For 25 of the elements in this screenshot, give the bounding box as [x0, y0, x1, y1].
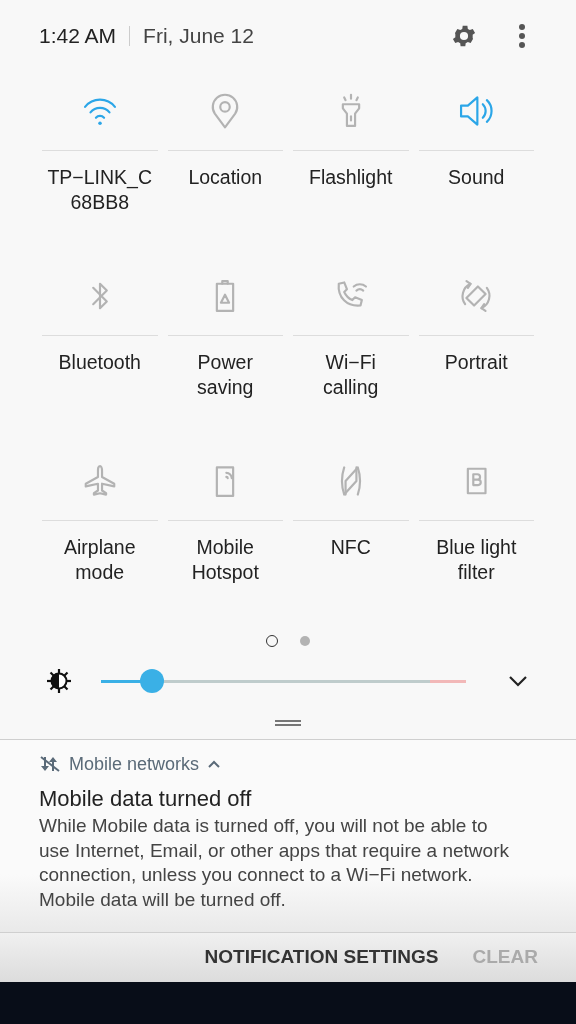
tile-label[interactable]: Portrait [444, 350, 508, 375]
brightness-icon [46, 668, 72, 694]
clock-time: 1:42 AM [39, 23, 117, 50]
tile-label[interactable]: Blue light filter [436, 535, 517, 585]
notification-title: Mobile data turned off [39, 785, 253, 813]
mobile-data-off-icon [39, 755, 61, 773]
tile-label[interactable]: Power saving [197, 350, 254, 400]
expand-chevron-icon[interactable] [508, 675, 528, 687]
tile-label[interactable]: Mobile Hotspot [191, 535, 259, 585]
brightness-slider[interactable] [101, 668, 466, 694]
tile-label[interactable]: Bluetooth [58, 350, 141, 375]
notification-body: While Mobile data is turned off, you will not be able to use Internet, Email, or other apps that require a network connection, unless you connect to a Wi−Fi network. Mobile data will be turned off. [39, 814, 510, 912]
date-text: Fri, June 12 [143, 23, 254, 50]
more-options-icon[interactable] [518, 23, 526, 49]
collapse-chevron-icon[interactable] [207, 759, 222, 769]
tile-label[interactable]: Location [188, 165, 263, 190]
tile-label[interactable]: Wi−Fi calling [323, 350, 379, 400]
tile-label[interactable]: TP−LINK_C 68BB8 [47, 165, 153, 215]
app-name: Mobile networks [69, 752, 200, 776]
tile-label[interactable]: NFC [330, 535, 371, 560]
tile-label[interactable]: Sound [448, 165, 505, 190]
footer-button[interactable]: NOTIFICATION SETTINGS [204, 943, 439, 972]
tile-label[interactable]: Flashlight [309, 165, 393, 190]
drag-handle-icon[interactable] [275, 719, 301, 727]
tile-label[interactable]: Airplane mode [63, 535, 136, 585]
